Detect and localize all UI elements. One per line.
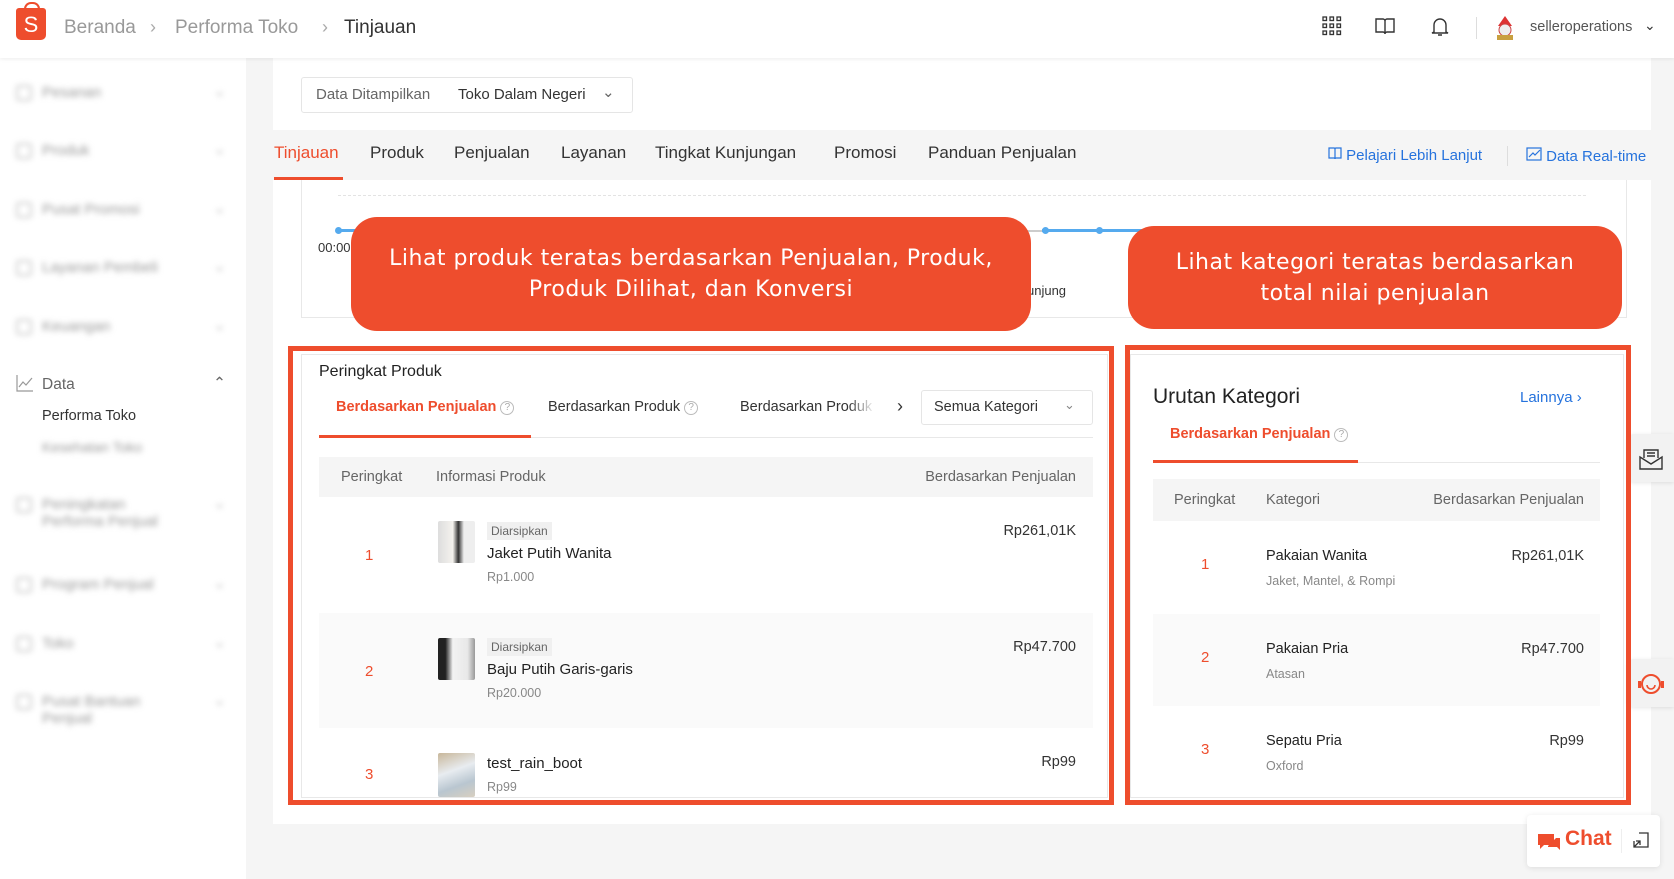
chart-legend-label: unjung [1027,283,1067,298]
realtime-data-label: Data Real-time [1546,148,1647,165]
chart-point [1096,227,1103,234]
category-ranking-callout: Lihat kategori teratas berdasarkan total… [1128,226,1622,329]
sidebar-item-blurred[interactable]: Peningkatan Performa Penjual ⌄ [16,494,226,538]
sidebar: Pesanan ⌄ Produk ⌄ Pusat Promosi ⌄ Layanan … [0,58,246,879]
filter-label: Data Ditampilkan [316,86,431,103]
chevron-down-icon[interactable]: ⌄ [1644,17,1656,34]
sidebar-section-label: Data [42,376,75,393]
learn-more-link[interactable]: Pelajari Lebih Lanjut [1328,146,1482,164]
avatar[interactable] [1492,14,1518,42]
trend-chart-icon [1526,147,1542,165]
chart-point [1042,227,1049,234]
top-header: S Beranda › Performa Toko › Tinjauan sel… [0,0,1674,58]
highlight-box [288,346,1114,805]
sidebar-item-blurred[interactable]: Pesanan ⌄ [16,82,226,104]
tab-layanan[interactable]: Layanan [561,143,626,163]
callout-text: Lihat produk teratas berdasarkan Penjual… [389,246,993,302]
breadcrumb-performa-toko[interactable]: Performa Toko [175,17,298,39]
data-scope-dropdown[interactable]: Data Ditampilkan Toko Dalam Negeri ⌄ [301,77,633,113]
product-ranking-callout: Lihat produk teratas berdasarkan Penjual… [351,217,1031,331]
sidebar-item-blurred[interactable]: Keuangan ⌄ [16,316,226,338]
chevron-right-icon: › [322,17,328,37]
sidebar-item-blurred[interactable]: Program Penjual ⌄ [16,574,226,596]
book-icon [1328,147,1342,164]
chat-label: Chat [1565,827,1612,850]
sidebar-item-blurred[interactable]: Toko ⌄ [16,633,226,655]
tab-panduan-penjualan[interactable]: Panduan Penjualan [928,143,1076,163]
expand-icon[interactable] [1633,832,1649,853]
sidebar-item-blurred[interactable]: Produk ⌄ [16,140,226,162]
message-inbox-button[interactable] [1628,434,1674,482]
apps-grid-icon[interactable] [1320,16,1344,40]
sidebar-item-data[interactable]: Data ⌃ [16,374,226,396]
sidebar-item-blurred[interactable]: Kesehatan Toko [42,439,142,455]
breadcrumb-current: Tinjauan [344,17,417,38]
sidebar-item-performa-toko[interactable]: Performa Toko [42,408,136,424]
book-icon[interactable] [1373,16,1397,40]
learn-more-label: Pelajari Lebih Lanjut [1346,147,1483,164]
tab-promosi[interactable]: Promosi [834,143,896,163]
tab-tingkat-kunjungan[interactable]: Tingkat Kunjungan [655,143,796,163]
chat-bubble-icon [1538,832,1560,857]
chart-point [335,227,342,234]
tab-tinjauan[interactable]: Tinjauan [274,143,339,163]
shopee-logo[interactable]: S [16,2,46,40]
chart-gridline [338,195,1586,196]
chat-button[interactable]: Chat [1527,815,1660,867]
sidebar-item-blurred[interactable]: Pusat Bantuan Penjual ⌄ [16,691,226,735]
bell-icon[interactable] [1428,16,1452,40]
breadcrumb-beranda[interactable]: Beranda [64,17,136,39]
filter-value: Toko Dalam Negeri [458,86,586,103]
chevron-right-icon: › [150,17,156,37]
mail-icon [1639,445,1663,470]
realtime-data-link[interactable]: Data Real-time [1526,146,1646,165]
chevron-down-icon: ⌄ [602,84,615,101]
headset-smile-icon [1637,670,1665,695]
callout-text: Lihat kategori teratas berdasarkan total… [1175,249,1575,306]
chevron-up-icon: ⌃ [213,375,226,392]
divider [1621,829,1622,853]
sidebar-item-blurred[interactable]: Layanan Pembeli ⌄ [16,257,226,279]
customer-service-button[interactable] [1628,659,1674,707]
highlight-box [1125,345,1631,805]
chart-x-tick: 00:00 [318,240,351,255]
username[interactable]: selleroperations [1530,19,1632,35]
divider [1476,17,1477,39]
divider [1507,146,1508,166]
tab-penjualan[interactable]: Penjualan [454,143,530,163]
tab-produk[interactable]: Produk [370,143,424,163]
chart-line-icon [16,374,34,397]
sidebar-item-blurred[interactable]: Pusat Promosi ⌄ [16,199,226,221]
